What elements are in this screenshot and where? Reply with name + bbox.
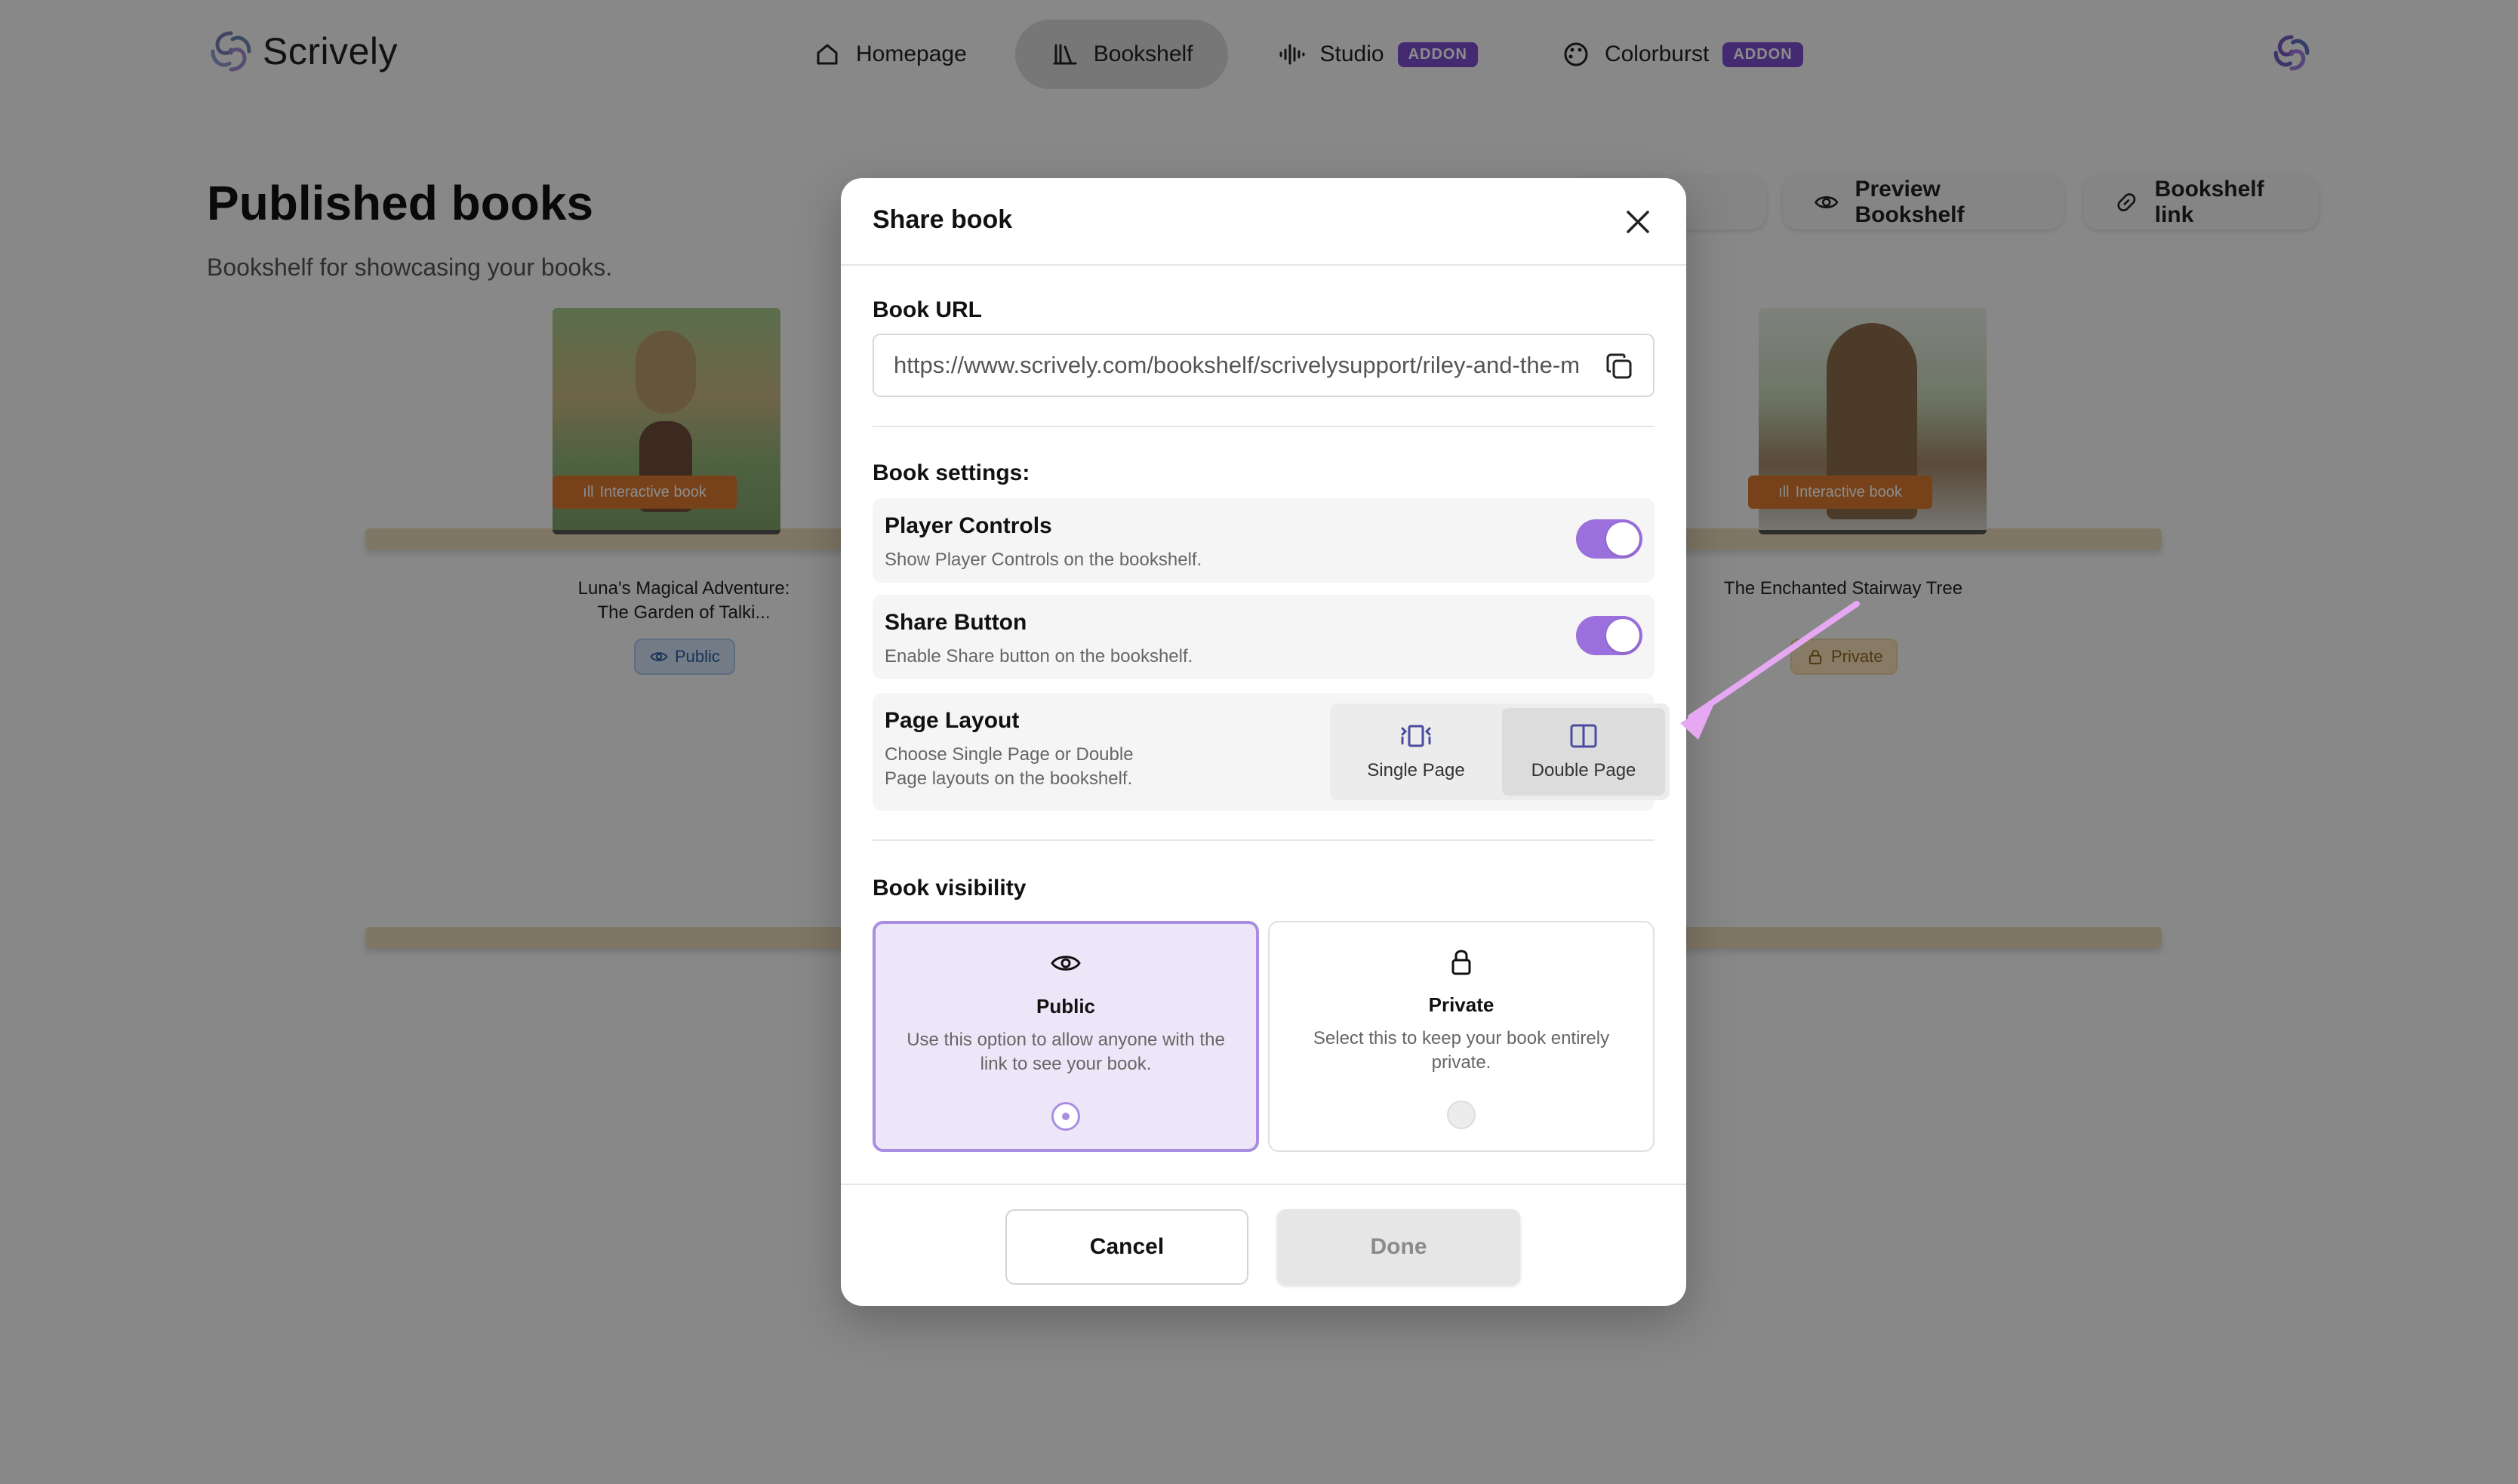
lock-icon: [1451, 950, 1471, 975]
public-radio[interactable]: [1051, 1102, 1080, 1131]
close-icon: [1627, 211, 1649, 233]
toggle-knob: [1606, 522, 1639, 556]
setting-title: Page Layout: [885, 708, 1020, 733]
setting-title: Player Controls: [885, 513, 1052, 538]
book-url-label: Book URL: [873, 297, 982, 322]
dialog-header: Share book: [841, 178, 1686, 266]
eye-icon: [1051, 956, 1081, 971]
book-visibility-label: Book visibility: [873, 876, 1027, 901]
double-page-icon: [1570, 724, 1597, 748]
visibility-option-public[interactable]: Public Use this option to allow anyone w…: [873, 921, 1259, 1152]
share-button-toggle[interactable]: [1576, 616, 1642, 655]
close-button[interactable]: [1620, 204, 1656, 240]
setting-description: Enable Share button on the bookshelf.: [885, 646, 1193, 667]
copy-icon[interactable]: [1603, 350, 1636, 383]
book-url-field[interactable]: https://www.scrively.com/bookshelf/scriv…: [873, 334, 1655, 397]
dialog-title: Share book: [873, 205, 1013, 234]
divider: [873, 426, 1655, 427]
share-button-setting: Share Button Enable Share button on the …: [873, 595, 1655, 679]
option-label: Single Page: [1367, 760, 1465, 780]
annotation-arrow-icon: [1680, 601, 1860, 740]
private-radio[interactable]: [1447, 1101, 1476, 1129]
done-button[interactable]: Done: [1277, 1209, 1520, 1285]
double-page-option[interactable]: Double Page: [1502, 708, 1665, 796]
option-label: Double Page: [1531, 760, 1636, 780]
visibility-option-private[interactable]: Private Select this to keep your book en…: [1268, 921, 1655, 1152]
setting-description: Choose Single Page or Double Page layout…: [885, 744, 1134, 789]
player-controls-setting: Player Controls Show Player Controls on …: [873, 498, 1655, 583]
share-book-dialog: Share book Book URL https://www.scrively…: [841, 178, 1686, 1306]
dialog-footer: Cancel Done: [841, 1184, 1686, 1306]
page-layout-selector: Single Page Double Page: [1330, 704, 1670, 800]
book-url-value: https://www.scrively.com/bookshelf/scriv…: [894, 352, 1581, 378]
single-page-option[interactable]: Single Page: [1334, 708, 1498, 796]
option-description: Select this to keep your book entirely p…: [1313, 1028, 1610, 1073]
setting-title: Share Button: [885, 610, 1027, 635]
option-title: Public: [1036, 995, 1095, 1018]
toggle-knob: [1606, 619, 1639, 652]
option-description: Use this option to allow anyone with the…: [907, 1030, 1225, 1074]
setting-description: Show Player Controls on the bookshelf.: [885, 550, 1202, 570]
option-title: Private: [1428, 993, 1494, 1016]
book-settings-label: Book settings:: [873, 460, 1030, 485]
player-controls-toggle[interactable]: [1576, 519, 1642, 559]
cancel-button[interactable]: Cancel: [1005, 1209, 1248, 1285]
page-layout-setting: Page Layout Choose Single Page or Double…: [873, 693, 1670, 811]
divider: [873, 839, 1655, 841]
single-page-icon: [1401, 725, 1431, 747]
